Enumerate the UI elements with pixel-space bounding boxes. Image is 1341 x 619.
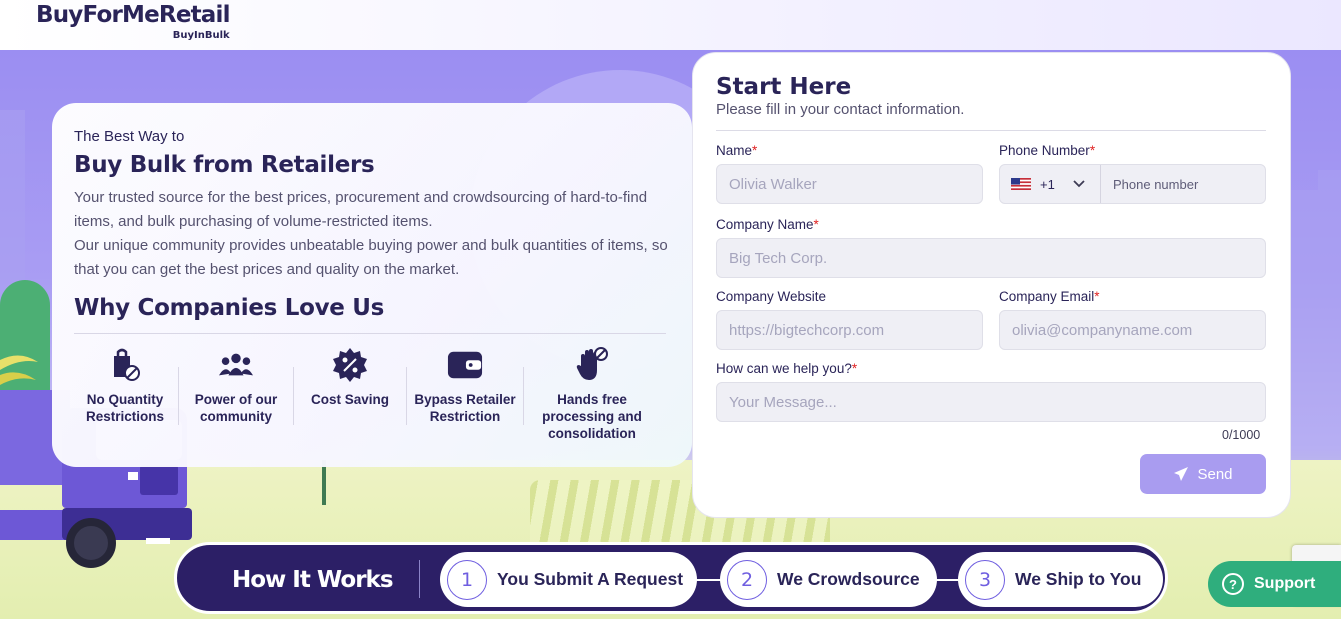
- step-label: We Crowdsource: [777, 569, 920, 589]
- feature-label: No Quantity Restrictions: [85, 392, 165, 424]
- features-list: No Quantity Restrictions Power of our co…: [72, 345, 668, 445]
- phone-label: Phone Number*: [999, 143, 1095, 158]
- intro-kicker: The Best Way to: [74, 128, 185, 145]
- intro-description: Your trusted source for the best prices,…: [74, 186, 674, 282]
- community-icon: [218, 347, 254, 383]
- send-icon: [1174, 467, 1189, 481]
- site-header: BuyForMeRetail BuyInBulk: [0, 0, 1341, 50]
- support-label: Support: [1254, 575, 1316, 592]
- intro-headline: Buy Bulk from Retailers: [74, 152, 375, 178]
- required-mark: *: [813, 217, 819, 232]
- bg-building: [1318, 170, 1341, 470]
- how-it-works-bar: How It Works 1 You Submit A Request 2 We…: [174, 542, 1168, 614]
- send-button[interactable]: Send: [1140, 454, 1266, 494]
- intro-description-2: Our unique community provides unbeatable…: [74, 237, 668, 278]
- required-mark: *: [1094, 289, 1100, 304]
- step-number: 1: [447, 559, 487, 600]
- chevron-down-icon: [1073, 180, 1085, 188]
- company-label: Company Name*: [716, 217, 819, 232]
- message-label-text: How can we help you?: [716, 361, 852, 376]
- feature-label: Power of our community: [194, 392, 278, 424]
- character-counter: 0/1000: [1222, 428, 1261, 442]
- bag-no-limit-icon: [107, 347, 143, 383]
- step-number: 2: [727, 559, 767, 600]
- phone-label-text: Phone Number: [999, 143, 1090, 158]
- step-number: 3: [965, 559, 1005, 600]
- message-label: How can we help you?*: [716, 361, 857, 376]
- wallet-icon: [447, 347, 483, 383]
- intro-description-1: Your trusted source for the best prices,…: [74, 189, 648, 230]
- step-item: 2 We Crowdsource: [720, 552, 937, 607]
- intro-card: The Best Way to Buy Bulk from Retailers …: [52, 103, 692, 467]
- feature-label: Cost Saving: [310, 392, 389, 407]
- step-item: 3 We Ship to You: [958, 552, 1163, 607]
- email-input[interactable]: olivia@companyname.com: [999, 310, 1266, 350]
- brand-name: BuyForMeRetail: [36, 2, 231, 28]
- how-it-works-title: How It Works: [232, 567, 394, 593]
- form-subtitle: Please fill in your contact information.: [716, 101, 965, 118]
- step-item: 1 You Submit A Request: [440, 552, 697, 607]
- feature-item: Power of our community: [179, 345, 293, 445]
- website-label: Company Website: [716, 289, 827, 304]
- us-flag-icon: [1011, 178, 1031, 190]
- brand-tagline: BuyInBulk: [172, 30, 230, 41]
- bg-building: [1290, 190, 1318, 480]
- email-label: Company Email*: [999, 289, 1100, 304]
- form-title: Start Here: [716, 74, 852, 100]
- feature-item: Hands free processing and consolidation: [524, 345, 660, 445]
- discount-badge-icon: [332, 347, 368, 383]
- required-mark: *: [1089, 143, 1096, 158]
- company-label-text: Company Name: [716, 217, 814, 232]
- feature-label: Hands free processing and consolidation: [542, 392, 642, 441]
- step-label: You Submit A Request: [497, 569, 684, 589]
- required-mark: *: [851, 361, 858, 376]
- name-input[interactable]: Olivia Walker: [716, 164, 983, 204]
- country-code: +1: [1040, 176, 1055, 192]
- why-title: Why Companies Love Us: [74, 295, 385, 321]
- email-label-text: Company Email: [999, 289, 1095, 304]
- feature-item: No Quantity Restrictions: [72, 345, 178, 445]
- divider: [716, 130, 1266, 131]
- country-code-select[interactable]: +1: [1000, 165, 1101, 203]
- feature-item: Bypass Retailer Restriction: [407, 345, 523, 445]
- feature-item: Cost Saving: [294, 345, 406, 445]
- support-button[interactable]: ? Support: [1208, 561, 1341, 607]
- name-label: Name*: [716, 143, 757, 158]
- message-textarea[interactable]: Your Message...: [716, 382, 1266, 422]
- feature-label: Bypass Retailer Restriction: [414, 392, 516, 424]
- contact-form: Start Here Please fill in your contact i…: [692, 52, 1291, 518]
- send-label: Send: [1197, 465, 1233, 483]
- company-input[interactable]: Big Tech Corp.: [716, 238, 1266, 278]
- brand-logo[interactable]: BuyForMeRetail BuyInBulk: [36, 2, 231, 41]
- phone-field: +1 Phone number: [999, 164, 1266, 204]
- divider: [419, 560, 420, 598]
- name-label-text: Name: [716, 143, 753, 158]
- question-icon: ?: [1222, 573, 1244, 595]
- phone-input[interactable]: Phone number: [1101, 177, 1198, 192]
- website-input[interactable]: https://bigtechcorp.com: [716, 310, 983, 350]
- divider: [74, 333, 666, 334]
- step-label: We Ship to You: [1015, 569, 1142, 589]
- required-mark: *: [752, 143, 758, 158]
- hand-icon: [574, 347, 610, 383]
